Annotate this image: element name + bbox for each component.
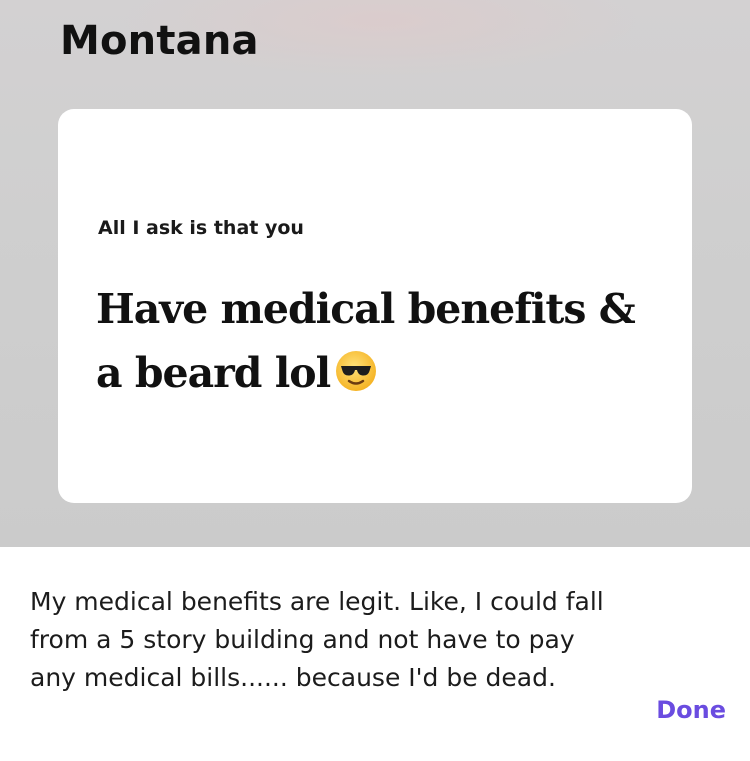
prompt-answer: Have medical benefits & a beard lol bbox=[96, 277, 666, 405]
prompt-label: All I ask is that you bbox=[98, 217, 304, 239]
done-button[interactable]: Done bbox=[656, 696, 726, 724]
sunglasses-emoji-icon bbox=[336, 351, 377, 391]
profile-name: Montana bbox=[60, 18, 259, 64]
blurred-backdrop: Montana All I ask is that you Have medic… bbox=[0, 0, 750, 547]
comment-text[interactable]: My medical benefits are legit. Like, I c… bbox=[30, 583, 610, 697]
prompt-card: All I ask is that you Have medical benef… bbox=[58, 109, 692, 503]
